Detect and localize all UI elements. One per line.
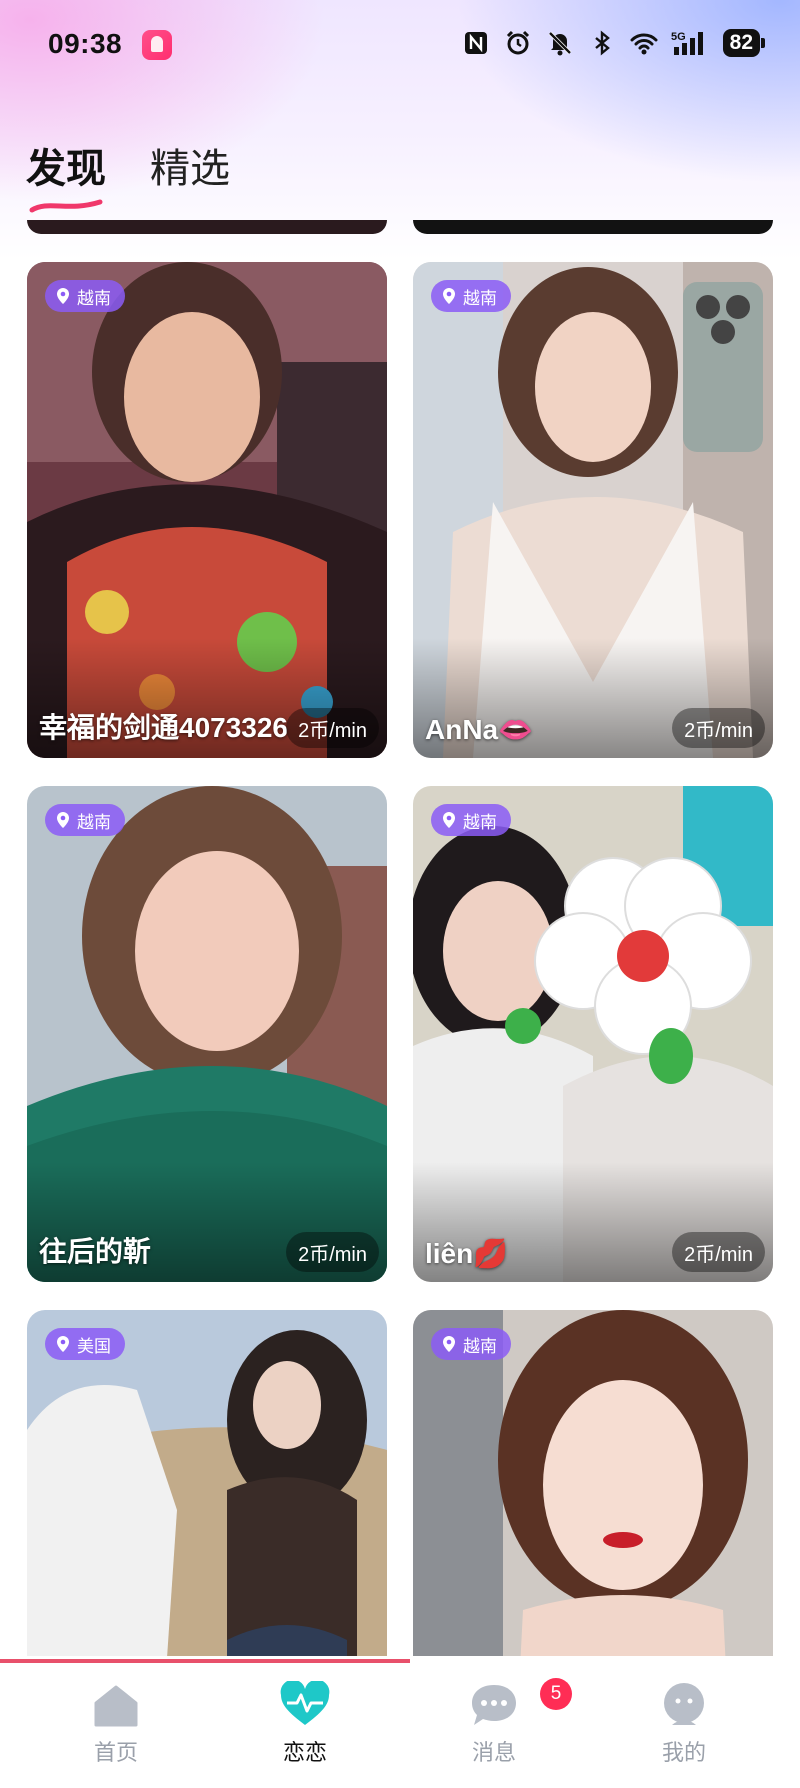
location-pin-icon bbox=[57, 1336, 69, 1352]
location-pin-icon bbox=[443, 1336, 455, 1352]
location-badge: 美国 bbox=[45, 1328, 125, 1360]
user-name: 往后的靳 bbox=[39, 1236, 152, 1267]
price-tag: 2币/min bbox=[286, 1232, 379, 1272]
location-text: 越南 bbox=[77, 812, 111, 832]
user-photo bbox=[27, 1310, 387, 1656]
location-badge: 越南 bbox=[431, 804, 511, 836]
nav-messages[interactable]: 消息 bbox=[434, 1681, 554, 1767]
location-text: 越南 bbox=[463, 812, 497, 832]
user-card[interactable]: 美国 bbox=[27, 1310, 387, 1656]
user-card[interactable]: 越南 幸福的剑通4073326 2币/min bbox=[27, 262, 387, 758]
tab-discover[interactable]: 发现 bbox=[26, 136, 106, 213]
top-tab-bar: 发现 精选 bbox=[26, 136, 230, 213]
bluetooth-icon bbox=[587, 28, 617, 58]
heartbeat-icon bbox=[280, 1681, 330, 1725]
location-pin-icon bbox=[57, 288, 69, 304]
location-badge: 越南 bbox=[45, 280, 125, 312]
status-time: 09:38 bbox=[48, 28, 123, 59]
card-partial-left[interactable] bbox=[27, 220, 387, 234]
user-name: 幸福的剑通4073326 bbox=[39, 712, 289, 743]
user-name: liên💋 bbox=[425, 1238, 509, 1269]
user-card[interactable]: 越南 往后的靳 2币/min bbox=[27, 786, 387, 1282]
bottom-nav: 首页 恋恋 消息 5 我的 bbox=[0, 1663, 800, 1788]
nav-messages-label: 消息 bbox=[471, 1740, 516, 1765]
home-icon bbox=[94, 1685, 138, 1727]
tab-featured-label: 精选 bbox=[150, 147, 230, 191]
user-photo bbox=[413, 1310, 773, 1656]
user-card[interactable]: 越南 liên💋 2币/min bbox=[413, 786, 773, 1282]
tab-active-underline bbox=[29, 199, 103, 213]
nav-home-label: 首页 bbox=[93, 1740, 138, 1765]
user-name: AnNa👄 bbox=[425, 714, 533, 745]
status-bar: 09:38 5G 82 bbox=[0, 0, 800, 96]
mute-bell-icon bbox=[545, 28, 575, 58]
user-card[interactable]: 越南 AnNa👄 2币/min bbox=[413, 262, 773, 758]
battery-indicator: 82 bbox=[722, 29, 766, 57]
tab-featured[interactable]: 精选 bbox=[150, 136, 230, 194]
location-text: 越南 bbox=[463, 288, 497, 308]
profile-icon bbox=[664, 1683, 704, 1725]
location-pin-icon bbox=[443, 288, 455, 304]
chat-bubble-icon bbox=[472, 1685, 516, 1725]
wifi-icon bbox=[629, 28, 659, 58]
nav-love-label: 恋恋 bbox=[282, 1740, 327, 1765]
location-text: 越南 bbox=[463, 1336, 497, 1356]
nav-profile[interactable]: 我的 bbox=[624, 1681, 744, 1767]
app-notification-icon bbox=[142, 30, 172, 60]
nav-love[interactable]: 恋恋 bbox=[245, 1681, 365, 1767]
card-partial-right[interactable] bbox=[413, 220, 773, 234]
location-badge: 越南 bbox=[431, 1328, 511, 1360]
location-pin-icon bbox=[443, 812, 455, 828]
tab-discover-label: 发现 bbox=[26, 147, 106, 191]
alarm-icon bbox=[503, 28, 533, 58]
location-text: 美国 bbox=[77, 1336, 111, 1356]
location-pin-icon bbox=[57, 812, 69, 828]
price-tag: 2币/min bbox=[672, 1232, 765, 1272]
network-label: 5G bbox=[671, 31, 686, 43]
location-badge: 越南 bbox=[45, 804, 125, 836]
unread-badge: 5 bbox=[540, 1678, 572, 1710]
user-card-grid[interactable]: 越南 幸福的剑通4073326 2币/min 越南 AnNa👄 2币/min 越… bbox=[0, 218, 800, 1656]
nav-profile-label: 我的 bbox=[661, 1740, 706, 1765]
nfc-icon bbox=[461, 28, 491, 58]
location-text: 越南 bbox=[77, 288, 111, 308]
price-tag: 2币/min bbox=[286, 708, 379, 748]
signal-icon: 5G bbox=[671, 28, 711, 58]
location-badge: 越南 bbox=[431, 280, 511, 312]
user-card[interactable]: 越南 bbox=[413, 1310, 773, 1656]
price-tag: 2币/min bbox=[672, 708, 765, 748]
nav-home[interactable]: 首页 bbox=[56, 1681, 176, 1767]
